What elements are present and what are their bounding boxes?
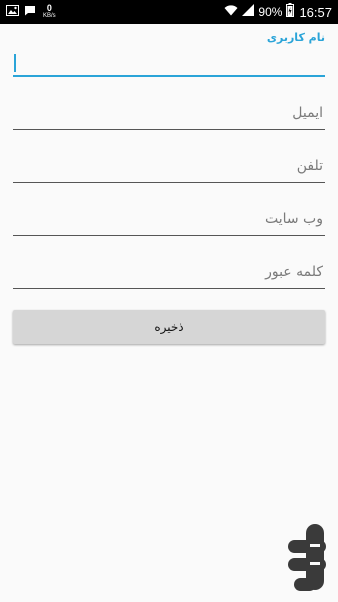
phone-input[interactable] bbox=[13, 155, 325, 183]
username-input[interactable] bbox=[13, 49, 325, 77]
battery-percentage: 90% bbox=[258, 5, 283, 19]
network-speed: 0 KB/s bbox=[43, 4, 56, 20]
text-cursor bbox=[14, 54, 16, 72]
email-field bbox=[13, 77, 325, 130]
profile-form: نام کاربری bbox=[13, 24, 325, 289]
password-input[interactable] bbox=[13, 261, 325, 289]
status-bar-right: 90% 16:57 bbox=[220, 0, 332, 24]
wifi-icon bbox=[224, 3, 238, 21]
signal-icon bbox=[242, 3, 255, 21]
password-field bbox=[13, 236, 325, 289]
website-field bbox=[13, 183, 325, 236]
message-icon bbox=[24, 3, 36, 21]
phone-field bbox=[13, 130, 325, 183]
website-input[interactable] bbox=[13, 208, 325, 236]
email-input[interactable] bbox=[13, 102, 325, 130]
app-logo-icon bbox=[288, 524, 326, 591]
app-logo bbox=[286, 520, 332, 598]
gallery-icon bbox=[6, 3, 19, 21]
network-speed-value: 0 bbox=[46, 3, 52, 13]
status-bar: 0 KB/s 90% 16:57 bbox=[0, 0, 338, 24]
battery-charging-icon bbox=[286, 2, 295, 22]
save-button[interactable]: ذخیره bbox=[13, 310, 325, 344]
username-field: نام کاربری bbox=[13, 24, 325, 77]
network-speed-unit: KB/s bbox=[43, 13, 56, 19]
clock: 16:57 bbox=[299, 4, 332, 20]
username-label: نام کاربری bbox=[266, 31, 325, 44]
status-bar-left: 0 KB/s bbox=[6, 0, 56, 24]
